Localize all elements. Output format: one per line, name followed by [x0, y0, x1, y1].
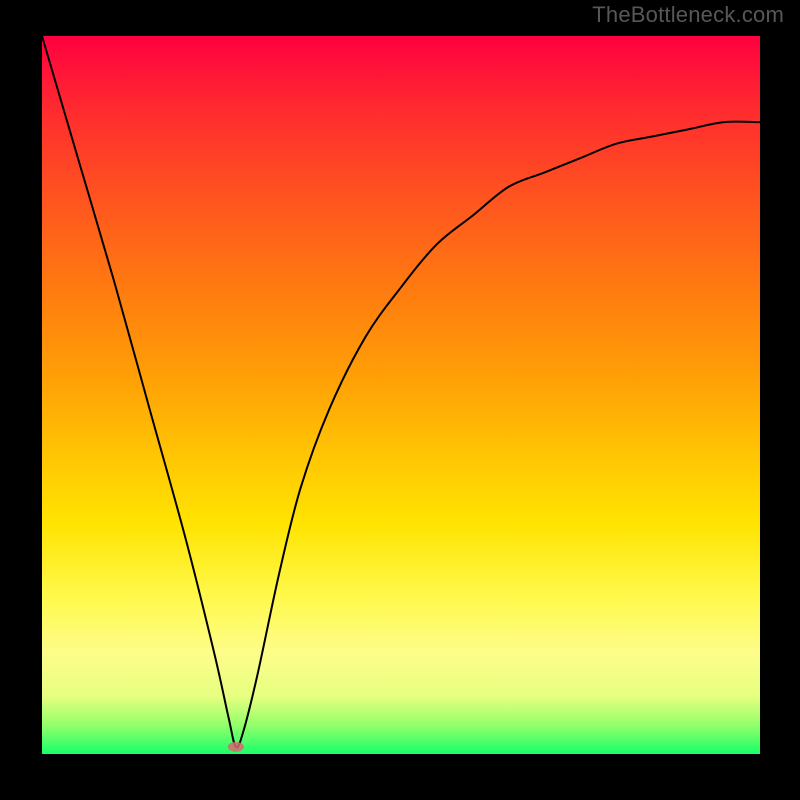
- stage: TheBottleneck.com: [0, 0, 800, 800]
- branding-watermark: TheBottleneck.com: [592, 2, 784, 28]
- bottleneck-curve: [42, 36, 760, 747]
- chart-svg: [42, 36, 760, 754]
- bottleneck-minimum-marker: [228, 742, 244, 752]
- plot-area: [42, 36, 760, 754]
